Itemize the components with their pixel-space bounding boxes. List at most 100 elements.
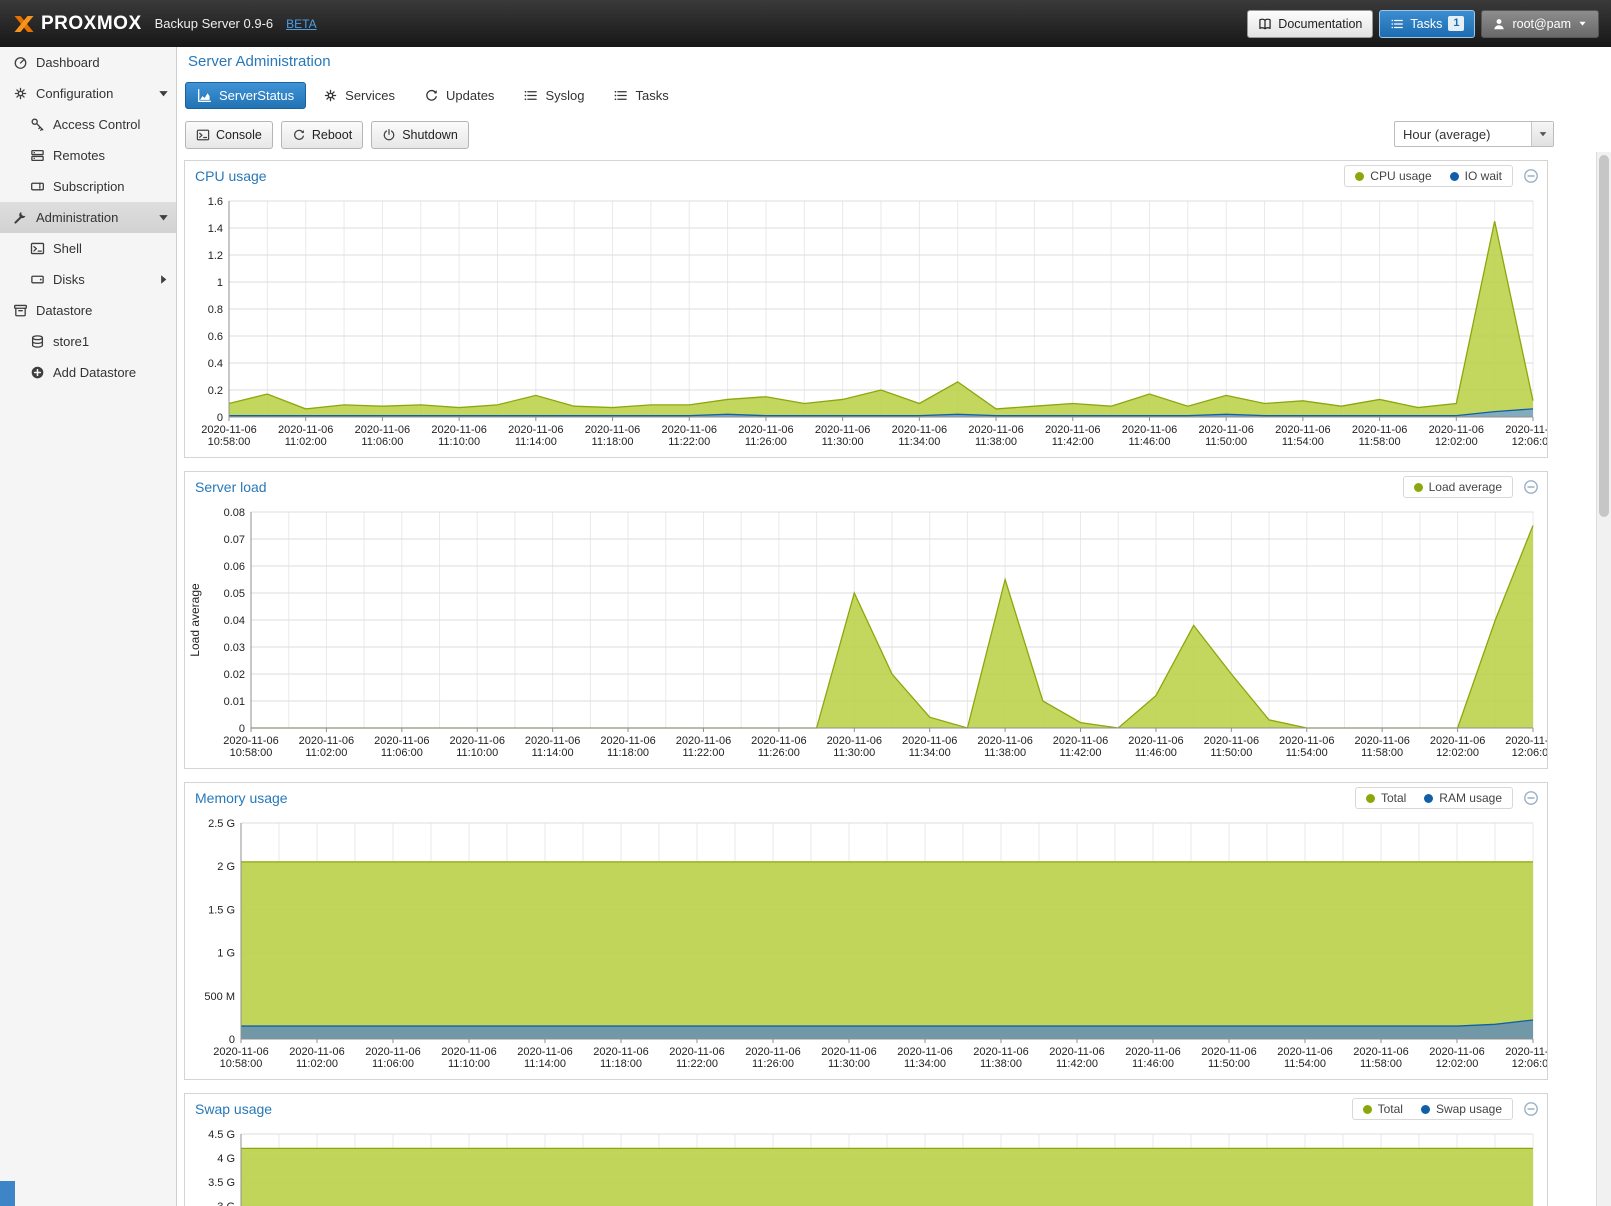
svg-text:11:54:00: 11:54:00 bbox=[1282, 436, 1324, 448]
svg-text:0.01: 0.01 bbox=[224, 696, 245, 708]
vertical-scrollbar[interactable] bbox=[1596, 152, 1611, 1206]
svg-text:2020-11-06: 2020-11-06 bbox=[902, 735, 957, 747]
tasks-list-icon bbox=[1390, 17, 1404, 31]
svg-text:2020-11-06: 2020-11-06 bbox=[223, 735, 278, 747]
cpu-usage-chart: 00.20.40.60.811.21.41.62020-11-0610:58:0… bbox=[185, 191, 1547, 457]
shutdown-label: Shutdown bbox=[402, 128, 458, 142]
tab-label: Tasks bbox=[635, 88, 668, 103]
sidebar-item-label: Dashboard bbox=[36, 55, 100, 70]
svg-text:11:50:00: 11:50:00 bbox=[1208, 1058, 1250, 1070]
chart-icon bbox=[197, 88, 212, 103]
svg-text:10:58:00: 10:58:00 bbox=[230, 747, 273, 759]
svg-text:11:34:00: 11:34:00 bbox=[909, 747, 951, 759]
reboot-button[interactable]: Reboot bbox=[281, 121, 363, 149]
panel-title: Server load bbox=[195, 479, 1393, 495]
svg-text:2020-11-06: 2020-11-06 bbox=[517, 1046, 572, 1058]
terminal-icon bbox=[196, 128, 210, 142]
svg-text:11:14:00: 11:14:00 bbox=[515, 436, 557, 448]
tab-services[interactable]: Services bbox=[311, 82, 407, 109]
chevron-down-icon bbox=[1577, 18, 1588, 29]
tab-label: Updates bbox=[446, 88, 494, 103]
svg-text:2020-11-06: 2020-11-06 bbox=[525, 735, 580, 747]
terminal-icon bbox=[30, 241, 45, 256]
svg-text:2020-11-06: 2020-11-06 bbox=[289, 1046, 344, 1058]
legend-item-io-wait: IO wait bbox=[1450, 169, 1502, 183]
svg-text:2020-11-06: 2020-11-06 bbox=[365, 1046, 420, 1058]
documentation-button[interactable]: Documentation bbox=[1247, 10, 1373, 38]
proxmox-x-icon bbox=[12, 12, 36, 36]
svg-text:2020-11-06: 2020-11-06 bbox=[1505, 424, 1547, 436]
svg-text:2020-11-06: 2020-11-06 bbox=[431, 424, 486, 436]
svg-text:11:22:00: 11:22:00 bbox=[668, 436, 710, 448]
shutdown-button[interactable]: Shutdown bbox=[371, 121, 469, 149]
collapse-panel-icon[interactable] bbox=[1523, 1101, 1539, 1117]
tab-label: ServerStatus bbox=[219, 88, 294, 103]
tab-serverstatus[interactable]: ServerStatus bbox=[185, 82, 306, 109]
sidebar-item-subscription[interactable]: Subscription bbox=[0, 171, 176, 202]
svg-text:2020-11-06: 2020-11-06 bbox=[1198, 424, 1253, 436]
user-menu-button[interactable]: root@pam bbox=[1481, 10, 1599, 38]
svg-text:11:30:00: 11:30:00 bbox=[833, 747, 875, 759]
collapse-panel-icon[interactable] bbox=[1523, 790, 1539, 806]
sidebar-item-store1[interactable]: store1 bbox=[0, 326, 176, 357]
tasks-button[interactable]: Tasks 1 bbox=[1379, 10, 1475, 38]
panel-title: Swap usage bbox=[195, 1101, 1342, 1117]
gear-icon bbox=[13, 86, 28, 101]
sidebar-item-datastore[interactable]: Datastore bbox=[0, 295, 176, 326]
svg-text:11:38:00: 11:38:00 bbox=[984, 747, 1026, 759]
svg-text:500 M: 500 M bbox=[204, 991, 235, 1003]
chevron-right-icon[interactable] bbox=[156, 272, 171, 287]
chevron-down-icon[interactable] bbox=[156, 210, 171, 225]
svg-text:2020-11-06: 2020-11-06 bbox=[1275, 424, 1330, 436]
panel-header: Server load Load average bbox=[185, 472, 1547, 502]
sidebar-item-shell[interactable]: Shell bbox=[0, 233, 176, 264]
svg-text:2020-11-06: 2020-11-06 bbox=[1505, 735, 1547, 747]
svg-text:2020-11-06: 2020-11-06 bbox=[593, 1046, 648, 1058]
sidebar-item-dashboard[interactable]: Dashboard bbox=[0, 47, 176, 78]
sidebar-item-access-control[interactable]: Access Control bbox=[0, 109, 176, 140]
scrollbar-thumb[interactable] bbox=[1599, 155, 1609, 517]
svg-text:0.02: 0.02 bbox=[224, 669, 245, 681]
tab-updates[interactable]: Updates bbox=[412, 82, 506, 109]
beta-link[interactable]: BETA bbox=[286, 17, 316, 31]
collapse-panel-icon[interactable] bbox=[1523, 479, 1539, 495]
reboot-label: Reboot bbox=[312, 128, 352, 142]
svg-text:2020-11-06: 2020-11-06 bbox=[213, 1046, 268, 1058]
svg-text:11:10:00: 11:10:00 bbox=[456, 747, 498, 759]
sidebar-item-add-datastore[interactable]: Add Datastore bbox=[0, 357, 176, 388]
console-button[interactable]: Console bbox=[185, 121, 273, 149]
splitter-collapse-button[interactable] bbox=[0, 1181, 15, 1206]
charts-scroll-region: CPU usage CPU usage IO wait 00.20.40.60. bbox=[177, 152, 1596, 1206]
sidebar-item-configuration[interactable]: Configuration bbox=[0, 78, 176, 109]
chevron-down-icon[interactable] bbox=[156, 86, 171, 101]
svg-text:2020-11-06: 2020-11-06 bbox=[1429, 424, 1484, 436]
key-icon bbox=[30, 117, 45, 132]
chart-legend: Load average bbox=[1403, 476, 1513, 498]
tab-tasks[interactable]: Tasks bbox=[601, 82, 680, 109]
time-period-select[interactable]: Hour (average) bbox=[1394, 121, 1554, 147]
legend-dot-blue bbox=[1421, 1105, 1430, 1114]
sidebar-item-administration[interactable]: Administration bbox=[0, 202, 176, 233]
chart-legend: Total RAM usage bbox=[1355, 787, 1513, 809]
chart-legend: CPU usage IO wait bbox=[1344, 165, 1513, 187]
disk-icon bbox=[30, 272, 45, 287]
sidebar-item-remotes[interactable]: Remotes bbox=[0, 140, 176, 171]
documentation-label: Documentation bbox=[1278, 17, 1362, 31]
sidebar-item-disks[interactable]: Disks bbox=[0, 264, 176, 295]
svg-text:2020-11-06: 2020-11-06 bbox=[441, 1046, 496, 1058]
combo-trigger-button[interactable] bbox=[1531, 122, 1553, 146]
svg-text:2020-11-06: 2020-11-06 bbox=[676, 735, 731, 747]
legend-label: Load average bbox=[1429, 480, 1502, 494]
svg-text:12:06:00: 12:06:00 bbox=[1512, 1058, 1547, 1070]
svg-text:11:58:00: 11:58:00 bbox=[1360, 1058, 1402, 1070]
collapse-panel-icon[interactable] bbox=[1523, 168, 1539, 184]
svg-text:11:46:00: 11:46:00 bbox=[1128, 436, 1170, 448]
memory-usage-chart: 0500 M1 G1.5 G2 G2.5 G2020-11-0610:58:00… bbox=[185, 813, 1547, 1079]
sidebar-nav: Dashboard Configuration Access Control R… bbox=[0, 47, 177, 1206]
sidebar-item-label: Datastore bbox=[36, 303, 92, 318]
svg-text:11:02:00: 11:02:00 bbox=[296, 1058, 338, 1070]
svg-text:2020-11-06: 2020-11-06 bbox=[355, 424, 410, 436]
legend-label: RAM usage bbox=[1439, 791, 1502, 805]
sidebar-item-label: store1 bbox=[53, 334, 89, 349]
tab-syslog[interactable]: Syslog bbox=[511, 82, 596, 109]
